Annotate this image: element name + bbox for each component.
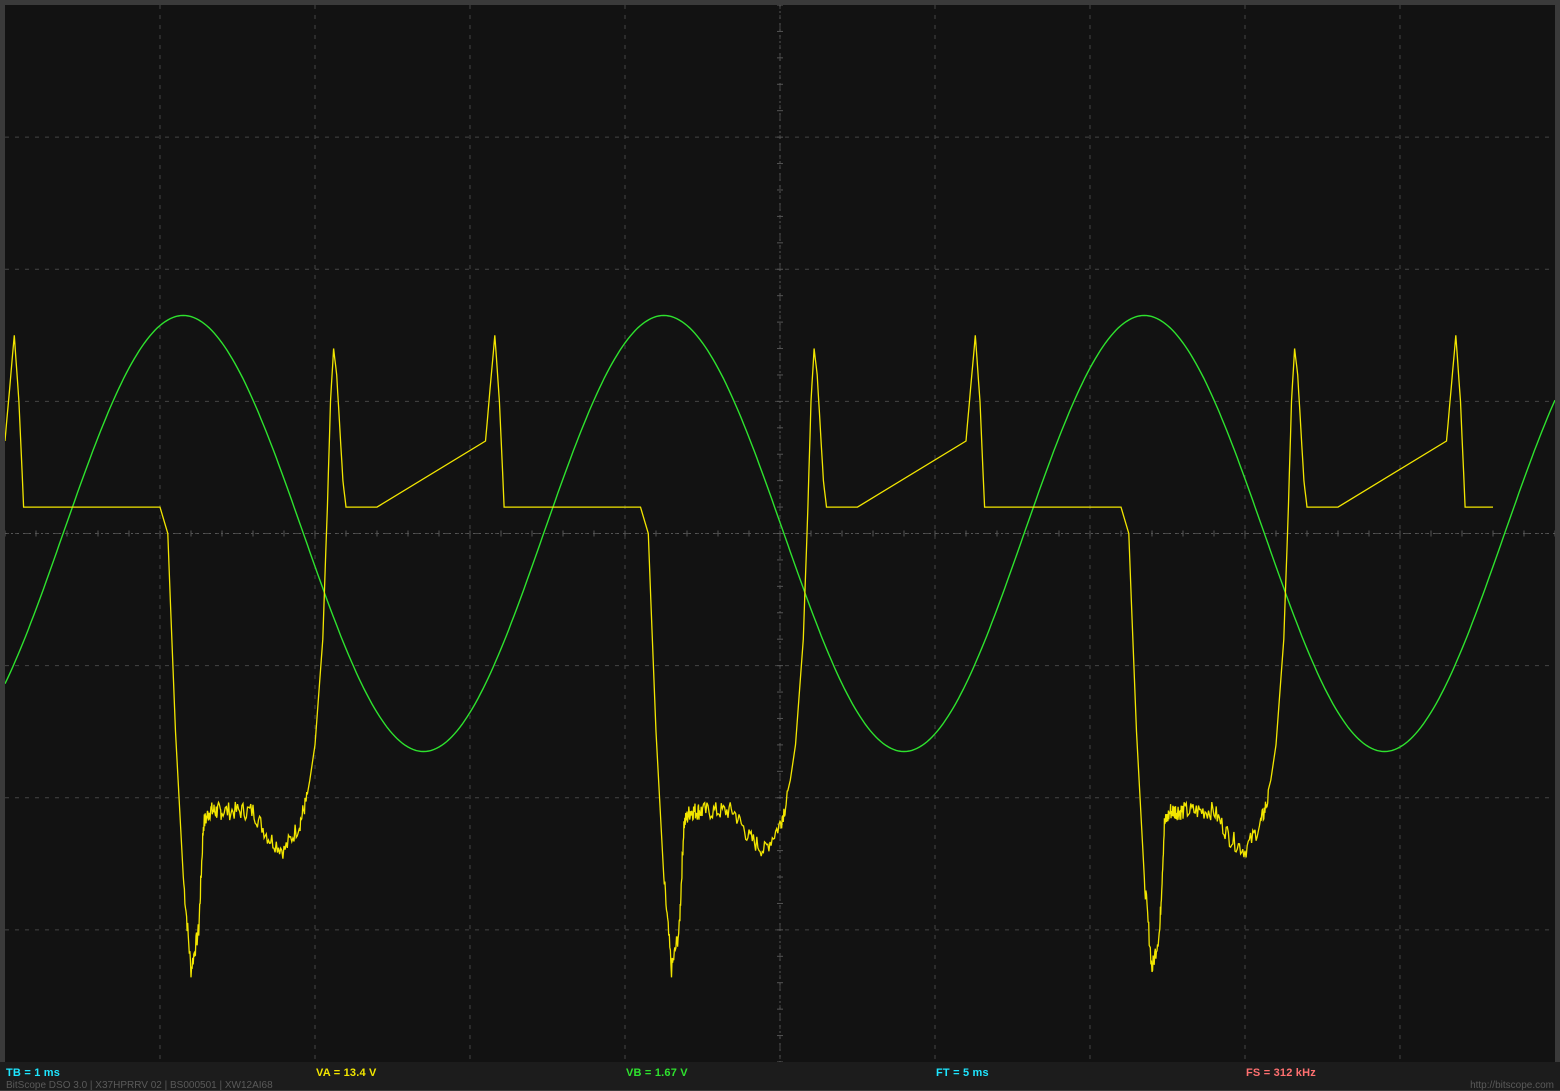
channel-b-readout[interactable]: VB = 1.67 V bbox=[626, 1067, 688, 1079]
series-va-trace bbox=[5, 335, 1493, 978]
graticule bbox=[5, 5, 1555, 1062]
device-info: BitScope DSO 3.0 | X37HPRRV 02 | BS00050… bbox=[6, 1080, 273, 1091]
frame-time-readout[interactable]: FT = 5 ms bbox=[936, 1067, 989, 1079]
sample-rate-readout[interactable]: FS = 312 kHz bbox=[1246, 1067, 1316, 1079]
oscilloscope-display[interactable] bbox=[5, 5, 1555, 1062]
waveform-plot bbox=[5, 5, 1555, 1062]
channel-a-readout[interactable]: VA = 13.4 V bbox=[316, 1067, 377, 1079]
timebase-readout[interactable]: TB = 1 ms bbox=[6, 1067, 60, 1079]
website-link[interactable]: http://bitscope.com bbox=[1470, 1080, 1554, 1091]
status-bar: TB = 1 ms VA = 13.4 V VB = 1.67 V FT = 5… bbox=[0, 1062, 1560, 1091]
